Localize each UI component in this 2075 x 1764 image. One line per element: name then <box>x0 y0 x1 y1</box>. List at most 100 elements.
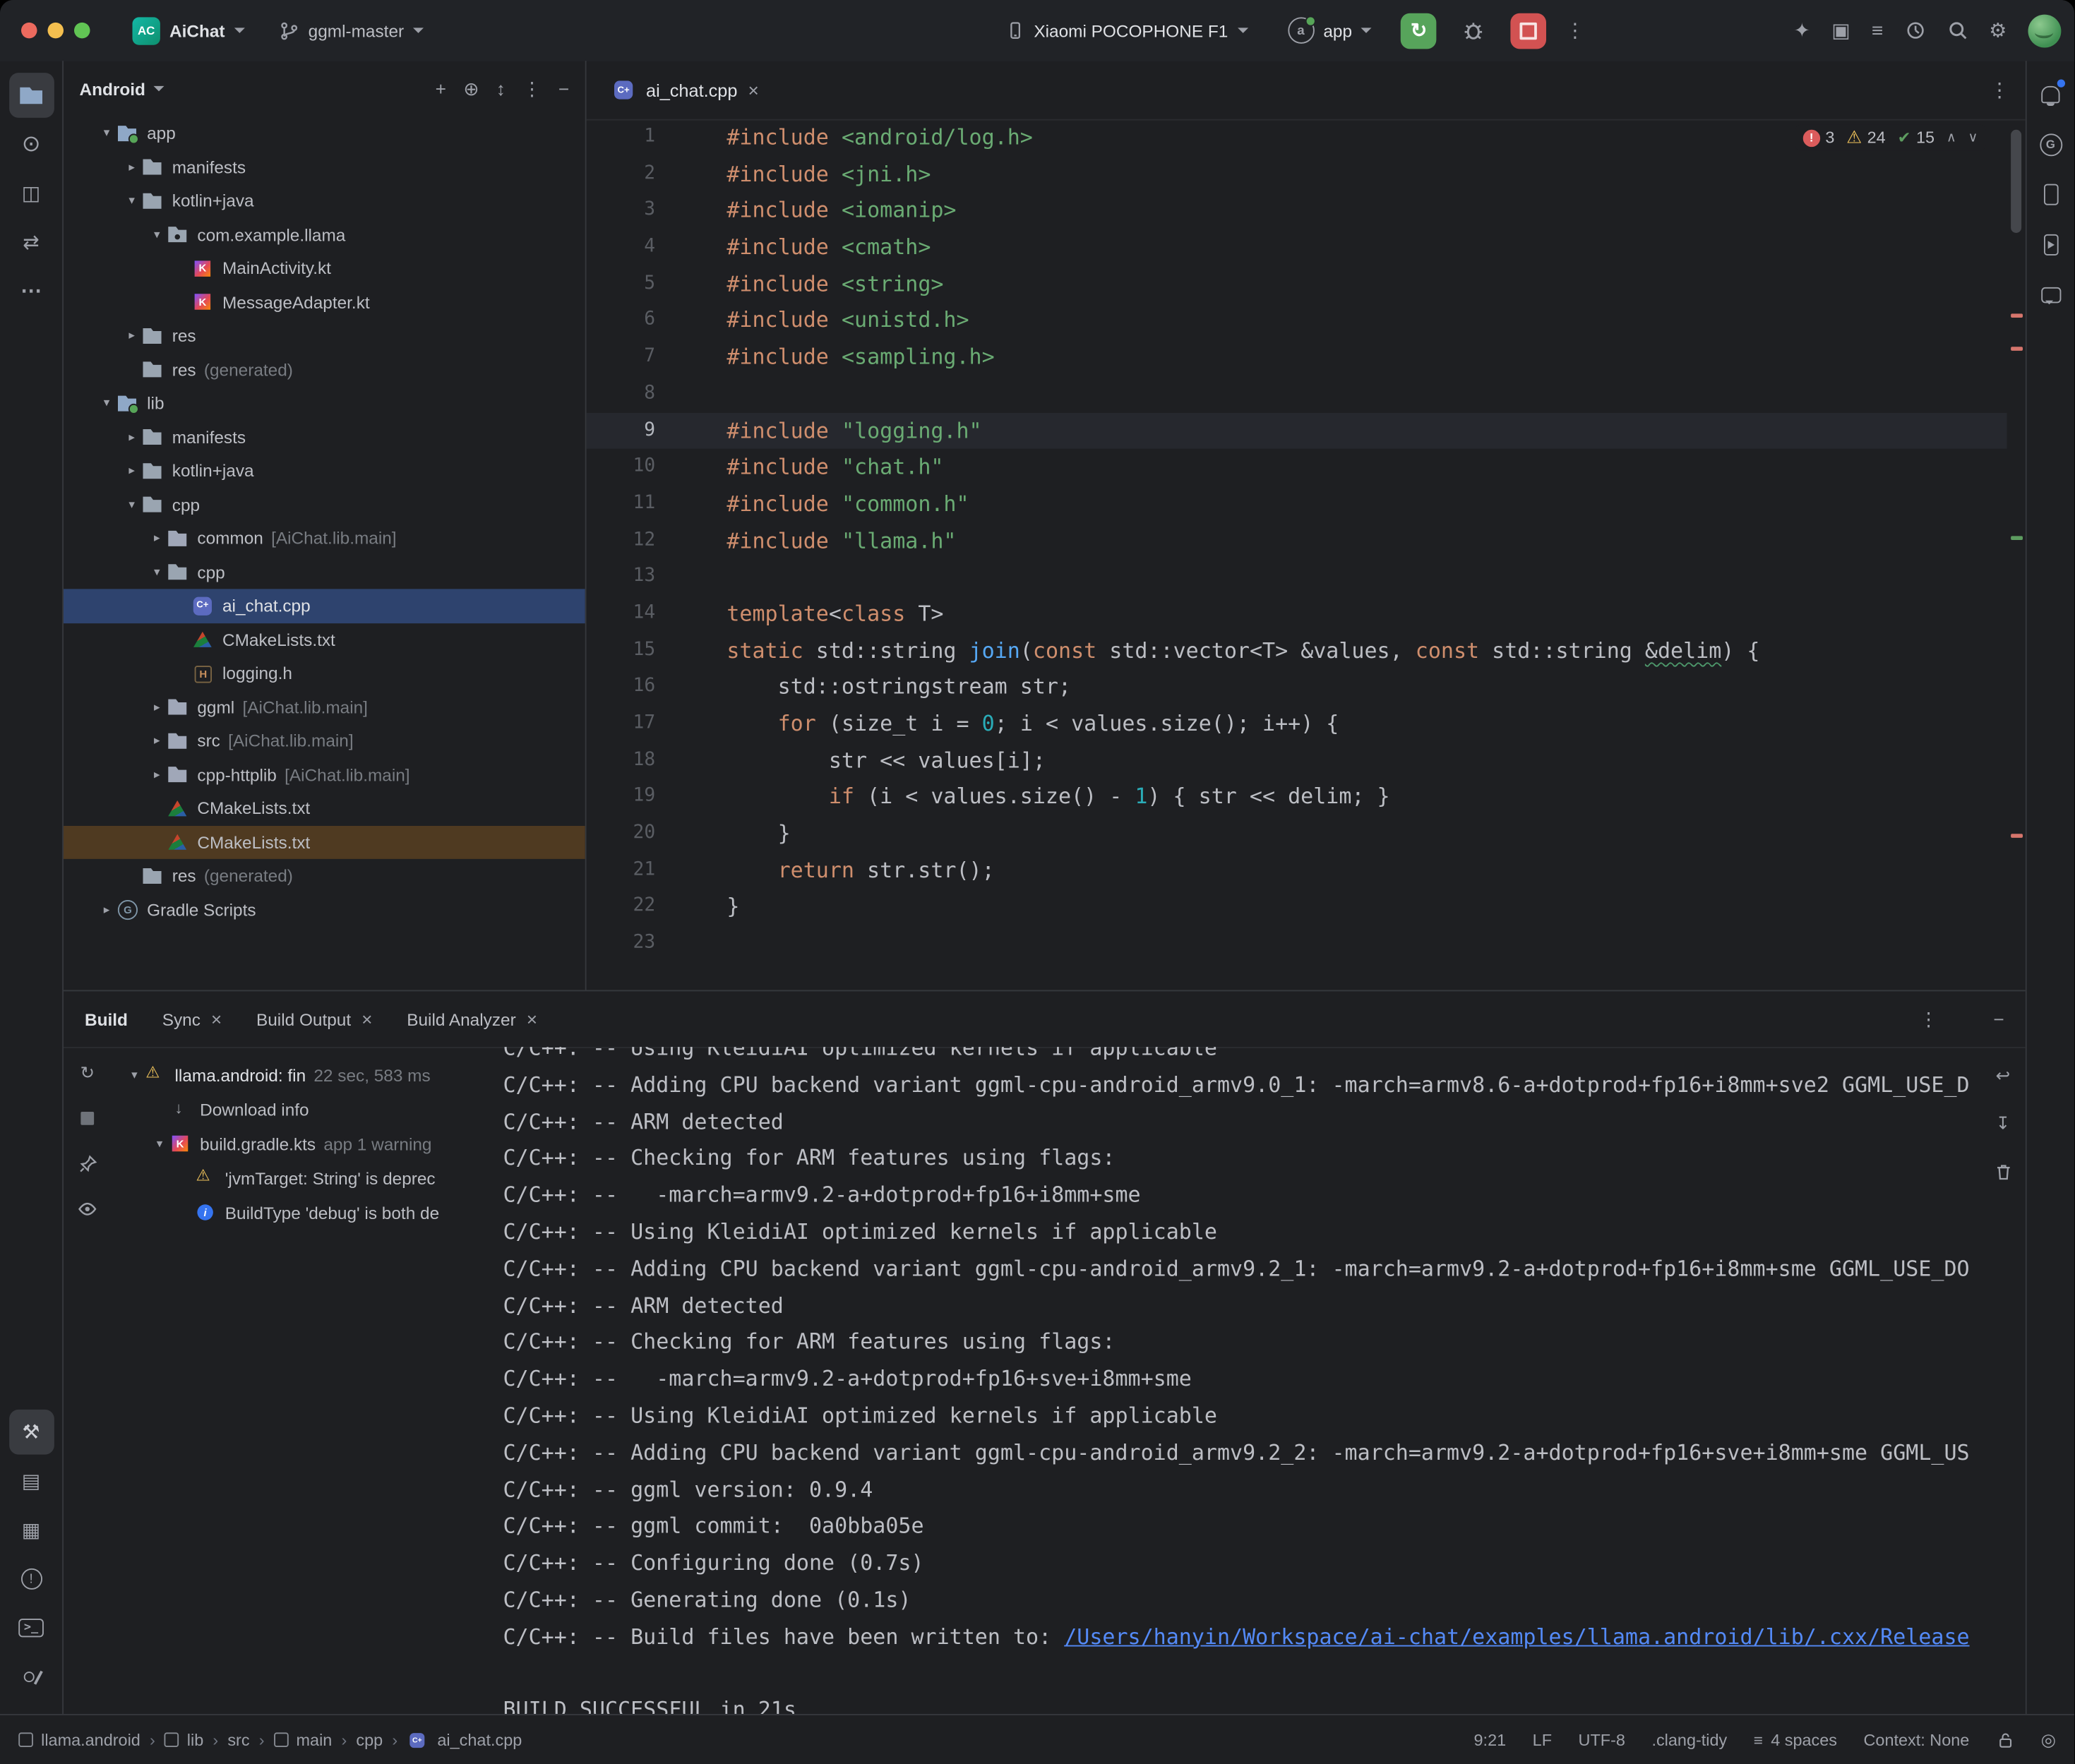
code-line-9[interactable]: 9#include "logging.h" <box>587 412 2007 449</box>
inspections-status-icon[interactable]: ◎ <box>2041 1729 2056 1751</box>
locate-file-icon[interactable]: ⊕ <box>463 78 479 100</box>
tab-build-analyzer[interactable]: Build Analyzer× <box>407 1009 537 1030</box>
change-mark[interactable] <box>2011 536 2023 540</box>
tree-item-logging-h[interactable]: logging.h <box>64 656 585 690</box>
tab-sync[interactable]: Sync× <box>162 1009 222 1030</box>
tool-button-project[interactable] <box>8 73 54 118</box>
tree-item-build-gradle-kts[interactable]: ▾build.gradle.ktsapp 1 warning <box>112 1127 503 1161</box>
tool-button-app-quality-insights[interactable] <box>2029 274 2071 316</box>
tree-item-cmakelists-txt[interactable]: CMakeLists.txt <box>64 825 585 859</box>
build-menu-button[interactable]: ≡ <box>1872 19 1883 42</box>
code-line-16[interactable]: 16 std::ostringstream str; <box>587 668 2007 705</box>
code-line-11[interactable]: 11#include "common.h" <box>587 486 2007 522</box>
tool-button-problems[interactable] <box>8 1556 54 1602</box>
code-line-3[interactable]: 3#include <iomanip> <box>587 193 2007 229</box>
next-problem-icon[interactable]: ∨ <box>1968 131 1978 145</box>
tree-item-kotlin-java[interactable]: ▸kotlin+java <box>64 454 585 488</box>
rerun-build-icon[interactable]: ↻ <box>71 1057 103 1089</box>
tree-item-src[interactable]: ▸src[AiChat.lib.main] <box>64 724 585 758</box>
console-file-link[interactable]: /Users/hanyin/Workspace/ai-chat/examples… <box>1064 1624 1969 1649</box>
tree-item-ai-chat-cpp[interactable]: ai_chat.cpp <box>64 589 585 623</box>
tree-item-common[interactable]: ▸common[AiChat.lib.main] <box>64 522 585 556</box>
stop-build-icon[interactable] <box>71 1103 103 1134</box>
tool-button-version-control[interactable] <box>8 1655 54 1700</box>
code-line-20[interactable]: 20 } <box>587 815 2007 852</box>
tool-button-structure[interactable] <box>8 171 54 216</box>
run-configuration-selector[interactable]: a app <box>1277 12 1382 49</box>
code-line-2[interactable]: 2#include <jni.h> <box>587 156 2007 193</box>
stop-button[interactable] <box>1511 13 1547 49</box>
close-tab-icon[interactable]: × <box>361 1009 372 1030</box>
clear-console-icon[interactable] <box>1987 1156 2019 1187</box>
status-item-clang-tidy[interactable]: .clang-tidy <box>1651 1731 1727 1749</box>
code-line-14[interactable]: 14template<class T> <box>587 596 2007 632</box>
breadcrumb-src[interactable]: src <box>227 1731 249 1749</box>
lock-icon[interactable] <box>1996 1731 2014 1749</box>
settings-gear-icon[interactable]: ⚙ <box>1989 18 2007 42</box>
more-run-actions-button[interactable]: ⋮ <box>1565 18 1585 42</box>
code-line-5[interactable]: 5#include <string> <box>587 265 2007 302</box>
soft-wrap-icon[interactable]: ↩ <box>1987 1060 2019 1092</box>
status-item-lf[interactable]: LF <box>1533 1731 1552 1749</box>
code-line-13[interactable]: 13 <box>587 559 2007 596</box>
tree-item-manifests[interactable]: ▸manifests <box>64 150 585 184</box>
error-mark[interactable] <box>2011 834 2023 838</box>
ai-assistant-button[interactable]: ✦ <box>1794 18 1811 42</box>
filter-eye-icon[interactable] <box>71 1192 103 1224</box>
tree-item-cpp[interactable]: ▾cpp <box>64 488 585 522</box>
tree-item-cpp-httplib[interactable]: ▸cpp-httplib[AiChat.lib.main] <box>64 757 585 791</box>
close-tab-icon[interactable]: × <box>748 80 758 101</box>
code-line-21[interactable]: 21 return str.str(); <box>587 852 2007 889</box>
tree-item-app[interactable]: ▾app <box>64 116 585 150</box>
tree-item-ggml[interactable]: ▸ggml[AiChat.lib.main] <box>64 690 585 724</box>
code-line-15[interactable]: 15static std::string join(const std::vec… <box>587 632 2007 669</box>
user-avatar[interactable] <box>2028 14 2062 47</box>
project-view-selector[interactable]: Android <box>80 79 145 99</box>
tree-item-res[interactable]: ▸res <box>64 319 585 353</box>
status-item-utf-8[interactable]: UTF-8 <box>1579 1731 1625 1749</box>
scroll-to-end-icon[interactable]: ↧ <box>1987 1108 2019 1139</box>
close-tab-icon[interactable]: × <box>211 1009 222 1030</box>
tree-item-res[interactable]: res(generated) <box>64 859 585 893</box>
inspection-widget[interactable]: !3 ⚠24 ✔15 ∧ ∨ <box>1795 124 1985 151</box>
tree-item-res[interactable]: res(generated) <box>64 353 585 387</box>
tree-item-mainactivity-kt[interactable]: MainActivity.kt <box>64 251 585 285</box>
close-window-button[interactable] <box>21 23 37 39</box>
status-item-9-21[interactable]: 9:21 <box>1474 1731 1507 1749</box>
prev-problem-icon[interactable]: ∧ <box>1947 131 1956 145</box>
editor-scrollbar-thumb[interactable] <box>2011 130 2021 233</box>
tool-button-commit[interactable] <box>8 122 54 167</box>
vcs-branch-selector[interactable]: ggml-master <box>268 16 434 46</box>
tree-item-lib[interactable]: ▾lib <box>64 387 585 421</box>
tool-button-logcat[interactable] <box>8 1458 54 1504</box>
breadcrumb-lib[interactable]: lib <box>165 1731 203 1749</box>
build-options-icon[interactable]: ⋮ <box>1919 1008 1937 1031</box>
tool-button-more-tools[interactable] <box>8 269 54 314</box>
breadcrumb-main[interactable]: main <box>274 1731 333 1749</box>
minimize-window-button[interactable] <box>48 23 64 39</box>
tree-item-kotlin-java[interactable]: ▾kotlin+java <box>64 184 585 218</box>
tree-item-messageadapter-kt[interactable]: MessageAdapter.kt <box>64 285 585 319</box>
code-line-18[interactable]: 18 str << values[i]; <box>587 742 2007 779</box>
search-everywhere-button[interactable] <box>1947 20 1968 41</box>
tool-button-notifications[interactable] <box>2029 73 2071 115</box>
code-line-6[interactable]: 6#include <unistd.h> <box>587 302 2007 339</box>
debug-button[interactable] <box>1455 12 1493 49</box>
tool-button-pull-requests[interactable] <box>8 220 54 265</box>
more-options-icon[interactable]: ⋮ <box>522 78 541 100</box>
build-window-title[interactable]: Build <box>85 1009 128 1029</box>
tree-item-manifests[interactable]: ▸manifests <box>64 420 585 454</box>
tree-item-gradle-scripts[interactable]: ▸Gradle Scripts <box>64 893 585 927</box>
tree-item-cmakelists-txt[interactable]: CMakeLists.txt <box>64 623 585 656</box>
code-line-22[interactable]: 22} <box>587 889 2007 925</box>
tool-button-device-explorer[interactable] <box>8 1508 54 1553</box>
code-line-23[interactable]: 23 <box>587 925 2007 962</box>
code-line-7[interactable]: 7#include <sampling.h> <box>587 339 2007 376</box>
code-line-17[interactable]: 17 for (size_t i = 0; i < values.size();… <box>587 705 2007 742</box>
tree-item-download-info[interactable]: Download info <box>112 1092 503 1127</box>
tree-item-cpp[interactable]: ▾cpp <box>64 556 585 589</box>
code-line-1[interactable]: 1#include <android/log.h> <box>587 119 2007 156</box>
fullscreen-window-button[interactable] <box>74 23 90 39</box>
minimize-panel-icon[interactable]: − <box>1993 1009 2004 1030</box>
tool-button-device-manager[interactable] <box>2029 174 2071 216</box>
